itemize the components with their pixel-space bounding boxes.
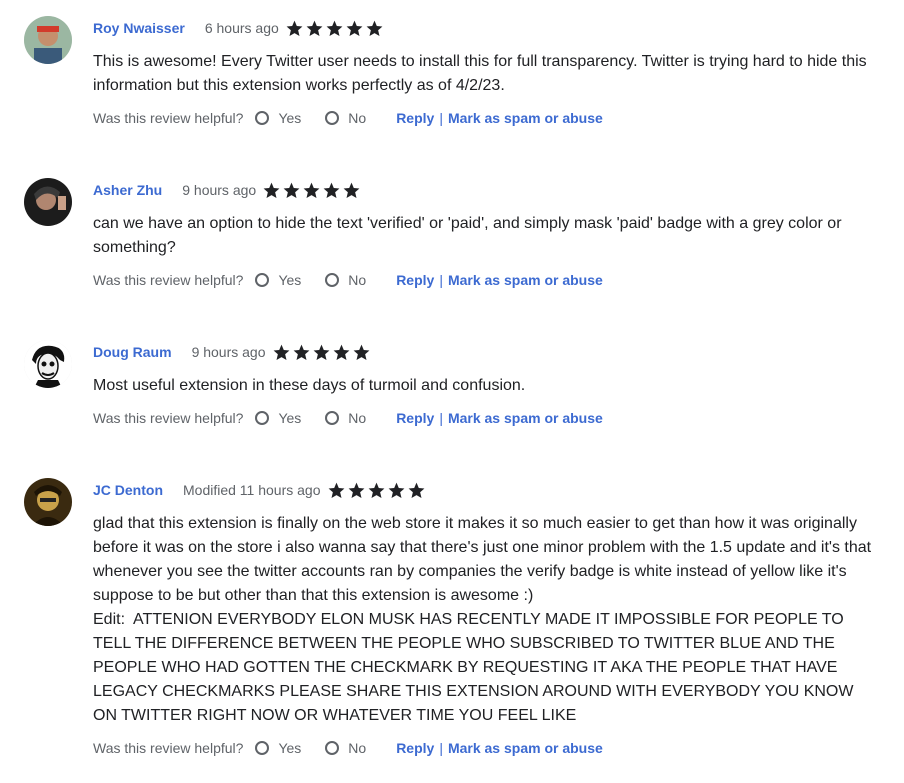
radio-circle-icon — [255, 111, 270, 125]
yes-label: Yes — [278, 740, 302, 756]
radio-circle-icon — [325, 111, 340, 125]
star-icon — [327, 481, 346, 500]
helpful-yes-radio[interactable]: Yes — [255, 740, 301, 756]
review-time: 6 hours ago — [204, 20, 279, 36]
helpful-yes-radio[interactable]: Yes — [255, 410, 301, 426]
review-text: glad that this extension is finally on t… — [93, 515, 872, 724]
star-icon — [302, 181, 321, 200]
link-separator: | — [439, 740, 443, 756]
review-text: can we have an option to hide the text '… — [93, 215, 846, 256]
user-avatar — [24, 478, 72, 526]
review-text: Most useful extension in these days of t… — [93, 377, 526, 394]
link-separator: | — [439, 110, 443, 126]
yes-label: Yes — [278, 272, 302, 288]
helpful-no-radio[interactable]: No — [325, 410, 366, 426]
reply-link[interactable]: Reply — [396, 110, 434, 126]
no-label: No — [348, 740, 367, 756]
review-author[interactable]: Roy Nwaisser — [93, 20, 185, 36]
no-label: No — [348, 110, 367, 126]
star-icon — [325, 19, 344, 38]
spam-link[interactable]: Mark as spam or abuse — [448, 740, 603, 756]
star-icon — [272, 343, 291, 362]
star-icon — [407, 481, 426, 500]
review-author[interactable]: Doug Raum — [93, 344, 172, 360]
star-icon — [305, 19, 324, 38]
helpful-row: Was this review helpful? Yes No Reply | … — [93, 736, 603, 760]
helpful-question: Was this review helpful? — [93, 740, 244, 756]
reply-link[interactable]: Reply — [396, 272, 434, 288]
helpful-question: Was this review helpful? — [93, 110, 244, 126]
helpful-no-radio[interactable]: No — [325, 272, 366, 288]
star-icon — [342, 181, 361, 200]
no-label: No — [348, 410, 367, 426]
helpful-question: Was this review helpful? — [93, 272, 244, 288]
helpful-no-radio[interactable]: No — [325, 740, 366, 756]
helpful-row: Was this review helpful? Yes No Reply | … — [93, 106, 603, 130]
helpful-yes-radio[interactable]: Yes — [255, 272, 301, 288]
star-icon — [387, 481, 406, 500]
star-icon — [285, 19, 304, 38]
radio-circle-icon — [255, 741, 270, 755]
star-icon — [347, 481, 366, 500]
helpful-row: Was this review helpful? Yes No Reply | … — [93, 268, 603, 292]
user-avatar — [24, 340, 72, 388]
star-rating — [262, 181, 362, 200]
link-separator: | — [439, 410, 443, 426]
star-icon — [367, 481, 386, 500]
star-icon — [365, 19, 384, 38]
star-icon — [322, 181, 341, 200]
star-icon — [292, 343, 311, 362]
star-icon — [282, 181, 301, 200]
radio-circle-icon — [255, 411, 270, 425]
spam-link[interactable]: Mark as spam or abuse — [448, 272, 603, 288]
radio-circle-icon — [325, 411, 340, 425]
star-rating — [327, 481, 427, 500]
helpful-row: Was this review helpful? Yes No Reply | … — [93, 406, 603, 430]
review-author[interactable]: JC Denton — [93, 482, 163, 498]
user-avatar — [24, 178, 72, 226]
radio-circle-icon — [255, 273, 270, 287]
radio-circle-icon — [325, 273, 340, 287]
star-icon — [345, 19, 364, 38]
star-rating — [285, 19, 385, 38]
helpful-no-radio[interactable]: No — [325, 110, 366, 126]
radio-circle-icon — [325, 741, 340, 755]
user-avatar — [24, 16, 72, 64]
review-time: 9 hours ago — [191, 344, 266, 360]
reply-link[interactable]: Reply — [396, 410, 434, 426]
reply-link[interactable]: Reply — [396, 740, 434, 756]
review-text: This is awesome! Every Twitter user need… — [93, 53, 872, 94]
yes-label: Yes — [278, 410, 302, 426]
helpful-question: Was this review helpful? — [93, 410, 244, 426]
review-time: Modified 11 hours ago — [183, 482, 321, 498]
star-icon — [312, 343, 331, 362]
spam-link[interactable]: Mark as spam or abuse — [448, 110, 603, 126]
link-separator: | — [439, 272, 443, 288]
helpful-yes-radio[interactable]: Yes — [255, 110, 301, 126]
review-author[interactable]: Asher Zhu — [93, 182, 162, 198]
star-icon — [332, 343, 351, 362]
star-rating — [272, 343, 372, 362]
review-time: 9 hours ago — [182, 182, 257, 198]
yes-label: Yes — [278, 110, 302, 126]
star-icon — [262, 181, 281, 200]
star-icon — [352, 343, 371, 362]
spam-link[interactable]: Mark as spam or abuse — [448, 410, 603, 426]
no-label: No — [348, 272, 367, 288]
